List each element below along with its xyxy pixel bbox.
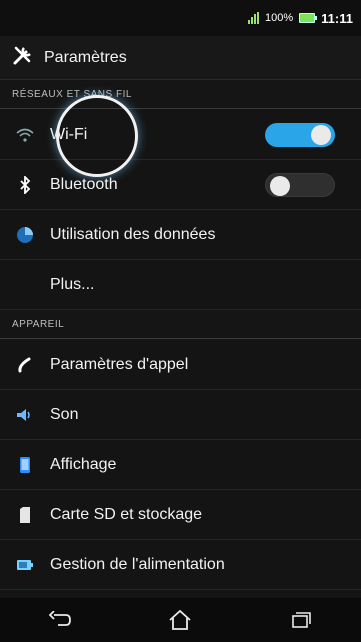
speaker-icon [14,404,36,426]
display-label: Affichage [50,455,117,473]
wifi-row[interactable]: Wi-Fi [0,110,361,160]
bluetooth-toggle[interactable] [265,172,335,197]
bluetooth-label: Bluetooth [50,175,118,193]
wifi-toggle[interactable] [265,122,335,147]
battery-percent: 100% [265,12,294,24]
bluetooth-icon [14,174,36,196]
section-header-device: APPAREIL [0,311,361,339]
power-row[interactable]: Gestion de l'alimentation [0,540,361,590]
recent-apps-button[interactable] [281,605,321,635]
wifi-icon [14,124,36,146]
sound-label: Son [50,405,79,423]
display-row[interactable]: Affichage [0,440,361,490]
action-bar: Paramètres [0,36,361,80]
wifi-label: Wi-Fi [50,125,88,143]
call-settings-row[interactable]: Paramètres d'appel [0,340,361,390]
signal-icon [248,12,260,24]
battery-management-icon [14,554,36,576]
home-icon [169,609,192,630]
more-label: Plus... [50,275,95,293]
sound-row[interactable]: Son [0,390,361,440]
more-row[interactable]: Plus... [0,260,361,310]
storage-row[interactable]: Carte SD et stockage [0,490,361,540]
data-usage-row[interactable]: Utilisation des données [0,210,361,260]
phone-icon [14,354,36,376]
battery-icon [299,13,318,23]
status-bar: 100% 11:11 [0,0,361,36]
back-button[interactable] [40,605,80,635]
back-icon [48,611,72,626]
section-header-network: RÉSEAUX ET SANS FIL [0,81,361,109]
navigation-bar [0,598,361,642]
data-usage-label: Utilisation des données [50,225,216,243]
recent-apps-icon [292,612,311,628]
power-label: Gestion de l'alimentation [50,555,225,573]
call-settings-label: Paramètres d'appel [50,355,189,373]
home-button[interactable] [160,605,200,635]
sd-card-icon [14,504,36,526]
settings-tools-icon [12,44,34,71]
bluetooth-row[interactable]: Bluetooth [0,160,361,210]
clock: 11:11 [321,10,353,26]
storage-label: Carte SD et stockage [50,505,203,523]
data-usage-icon [14,224,36,246]
page-title: Paramètres [44,48,127,66]
display-icon [14,454,36,476]
